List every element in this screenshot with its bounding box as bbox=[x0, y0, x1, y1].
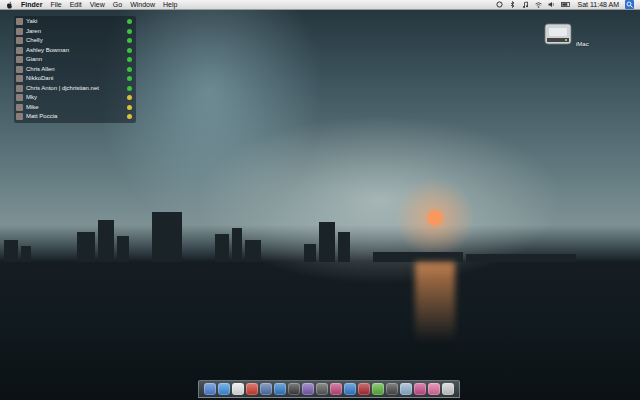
menu-item[interactable]: File bbox=[50, 0, 61, 10]
contact-name[interactable]: Giann bbox=[26, 55, 124, 65]
status-dot bbox=[127, 114, 132, 119]
desktop[interactable]: Finder File Edit View Go Window Help Sat 11:48 … bbox=[0, 0, 640, 400]
contact-list-window[interactable]: YakiJarenChellyAshley BowmanGiannChris A… bbox=[14, 16, 136, 123]
avatar-icon bbox=[16, 75, 23, 82]
avatar-icon bbox=[16, 104, 23, 111]
avatar-icon bbox=[16, 66, 23, 73]
dock-app-icon[interactable] bbox=[442, 383, 454, 395]
dock-app-icon[interactable] bbox=[400, 383, 412, 395]
desktop-icon[interactable]: iMac bbox=[543, 22, 589, 48]
contact-row[interactable]: Mike bbox=[16, 103, 134, 113]
status-dot bbox=[127, 38, 132, 43]
menu-item[interactable]: Window bbox=[130, 0, 155, 10]
dock-app-icon[interactable] bbox=[204, 383, 216, 395]
contact-row[interactable]: Yaki bbox=[16, 17, 134, 27]
avatar-icon bbox=[16, 18, 23, 25]
status-dot bbox=[127, 95, 132, 100]
menu-extras: Sat 11:48 AM bbox=[496, 0, 634, 10]
contact-row[interactable]: Giann bbox=[16, 55, 134, 65]
contact-name[interactable]: Mky bbox=[26, 93, 124, 103]
spotlight-icon[interactable] bbox=[625, 0, 634, 9]
sync-icon[interactable] bbox=[496, 1, 503, 8]
dock-app-icon[interactable] bbox=[316, 383, 328, 395]
hard-drive-icon[interactable] bbox=[543, 22, 573, 48]
status-dot bbox=[127, 57, 132, 62]
menu-item[interactable]: Edit bbox=[70, 0, 82, 10]
volume-icon[interactable] bbox=[548, 1, 555, 8]
contact-name[interactable]: Jaren bbox=[26, 27, 124, 37]
dock-app-icon[interactable] bbox=[344, 383, 356, 395]
avatar-icon bbox=[16, 28, 23, 35]
contact-row[interactable]: Matt Poccia bbox=[16, 112, 134, 122]
dock-app-icon[interactable] bbox=[218, 383, 230, 395]
dock bbox=[198, 380, 460, 398]
contact-name[interactable]: Yaki bbox=[26, 17, 124, 27]
app-menu[interactable]: Finder bbox=[21, 0, 42, 10]
avatar-icon bbox=[16, 94, 23, 101]
status-dot bbox=[127, 105, 132, 110]
dock-app-icon[interactable] bbox=[372, 383, 384, 395]
dock-app-icon[interactable] bbox=[232, 383, 244, 395]
contact-row[interactable]: Mky bbox=[16, 93, 134, 103]
status-dot bbox=[127, 67, 132, 72]
airport-icon[interactable] bbox=[535, 1, 542, 8]
avatar-icon bbox=[16, 85, 23, 92]
bluetooth-icon[interactable] bbox=[509, 1, 516, 8]
dock-app-icon[interactable] bbox=[358, 383, 370, 395]
dock-app-icon[interactable] bbox=[302, 383, 314, 395]
desktop-icon-label[interactable]: iMac bbox=[576, 40, 589, 48]
avatar-icon bbox=[16, 47, 23, 54]
dock-app-icon[interactable] bbox=[330, 383, 342, 395]
avatar-icon bbox=[16, 37, 23, 44]
status-dot bbox=[127, 48, 132, 53]
status-dot bbox=[127, 19, 132, 24]
dock-app-icon[interactable] bbox=[246, 383, 258, 395]
contact-row[interactable]: Chris Anton | djchristian.net bbox=[16, 84, 134, 94]
dock-app-icon[interactable] bbox=[274, 383, 286, 395]
wallpaper-city bbox=[0, 200, 640, 262]
contact-name[interactable]: Chelly bbox=[26, 36, 124, 46]
contact-name[interactable]: NikkoDani bbox=[26, 74, 124, 84]
dock-app-icon[interactable] bbox=[260, 383, 272, 395]
menu-item[interactable]: View bbox=[90, 0, 105, 10]
contact-name[interactable]: Chris Allen bbox=[26, 65, 124, 75]
avatar-icon bbox=[16, 113, 23, 120]
contact-row[interactable]: Chris Allen bbox=[16, 65, 134, 75]
contact-row[interactable]: Chelly bbox=[16, 36, 134, 46]
dock-app-icon[interactable] bbox=[414, 383, 426, 395]
contact-row[interactable]: Ashley Bowman bbox=[16, 46, 134, 56]
menu-item[interactable]: Go bbox=[113, 0, 122, 10]
dock-app-icon[interactable] bbox=[428, 383, 440, 395]
contact-name[interactable]: Mike bbox=[26, 103, 124, 113]
status-dot bbox=[127, 86, 132, 91]
status-dot bbox=[127, 76, 132, 81]
apple-icon[interactable] bbox=[6, 1, 13, 9]
contact-name[interactable]: Ashley Bowman bbox=[26, 46, 124, 56]
contact-row[interactable]: Jaren bbox=[16, 27, 134, 37]
dock-app-icon[interactable] bbox=[386, 383, 398, 395]
contact-name[interactable]: Matt Poccia bbox=[26, 112, 124, 122]
menu-bar: Finder File Edit View Go Window Help Sat 11:48 … bbox=[0, 0, 640, 10]
battery-icon[interactable] bbox=[561, 1, 571, 8]
menu-item[interactable]: Help bbox=[163, 0, 177, 10]
sun-reflection bbox=[415, 262, 455, 342]
dock-app-icon[interactable] bbox=[288, 383, 300, 395]
music-icon[interactable] bbox=[522, 1, 529, 8]
contact-name[interactable]: Chris Anton | djchristian.net bbox=[26, 84, 124, 94]
avatar-icon bbox=[16, 56, 23, 63]
menu-clock[interactable]: Sat 11:48 AM bbox=[577, 0, 619, 10]
contact-row[interactable]: NikkoDani bbox=[16, 74, 134, 84]
status-dot bbox=[127, 29, 132, 34]
